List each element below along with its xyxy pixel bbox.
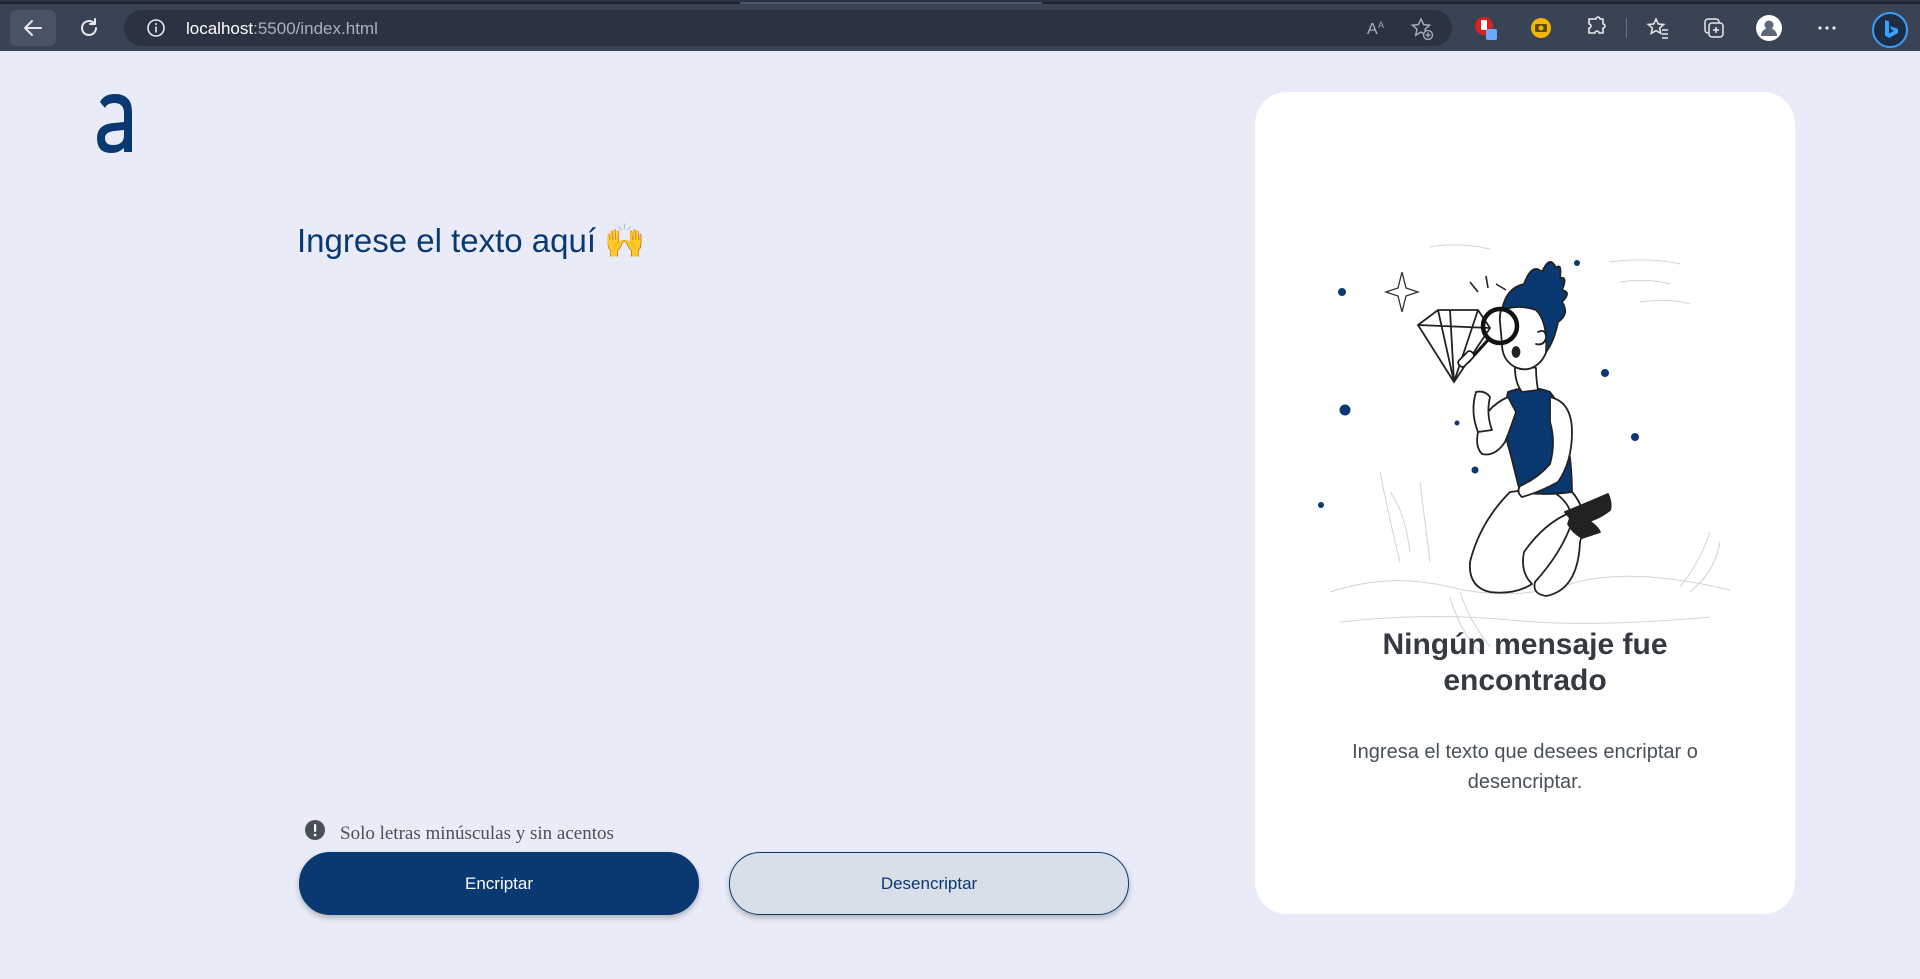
active-tab-indicator: [740, 2, 1042, 4]
more-icon[interactable]: [1813, 14, 1841, 42]
reload-icon: [81, 18, 97, 36]
empty-state-description: Ingresa el texto que desees encriptar o …: [1352, 741, 1698, 793]
logo-a-icon: [97, 94, 132, 153]
collections-icon[interactable]: [1700, 14, 1728, 42]
encrypt-button[interactable]: Encriptar: [299, 852, 699, 915]
svg-text:A: A: [1367, 21, 1378, 38]
reload-button[interactable]: [66, 10, 112, 46]
raised-hands-emoji: 🙌: [604, 222, 646, 259]
read-aloud-icon[interactable]: AA: [1366, 17, 1390, 39]
star-add-icon[interactable]: [1410, 17, 1434, 41]
exclamation-circle-icon: [305, 820, 325, 840]
info-icon[interactable]: [146, 18, 166, 38]
favorites-icon[interactable]: [1644, 14, 1672, 42]
logo: [94, 92, 136, 159]
toolbar-divider: [1626, 18, 1627, 38]
result-card: Ningún mensaje fue encontrado Ingresa el…: [1255, 92, 1795, 914]
url-text[interactable]: localhost:5500/index.html: [186, 19, 378, 39]
url-path: :5500/index.html: [253, 19, 378, 38]
hint: Solo letras minúsculas y sin acentos: [304, 815, 614, 845]
puzzle-icon[interactable]: [1582, 14, 1610, 42]
extension-yellow-icon[interactable]: [1527, 14, 1555, 42]
profile-icon[interactable]: [1755, 14, 1783, 42]
person-with-magnifier-illustration: [1318, 244, 1731, 653]
heading-text: Ingrese el texto aquí: [297, 222, 597, 259]
hint-text: Solo letras minúsculas y sin acentos: [340, 823, 614, 844]
decrypt-button[interactable]: Desencriptar: [729, 852, 1129, 915]
back-button[interactable]: [10, 10, 56, 46]
extension-red-icon[interactable]: [1472, 14, 1500, 42]
url-host: localhost: [186, 19, 254, 38]
svg-text:A: A: [1378, 20, 1384, 30]
tab-strip: [0, 2, 1920, 4]
bing-icon[interactable]: [1870, 10, 1910, 50]
arrow-left-icon: [24, 20, 42, 36]
address-bar[interactable]: localhost:5500/index.html AA: [124, 10, 1452, 46]
browser-toolbar: localhost:5500/index.html AA: [0, 0, 1920, 51]
empty-state-title: Ningún mensaje fue encontrado: [1382, 628, 1668, 697]
input-heading[interactable]: Ingrese el texto aquí 🙌: [297, 222, 645, 261]
